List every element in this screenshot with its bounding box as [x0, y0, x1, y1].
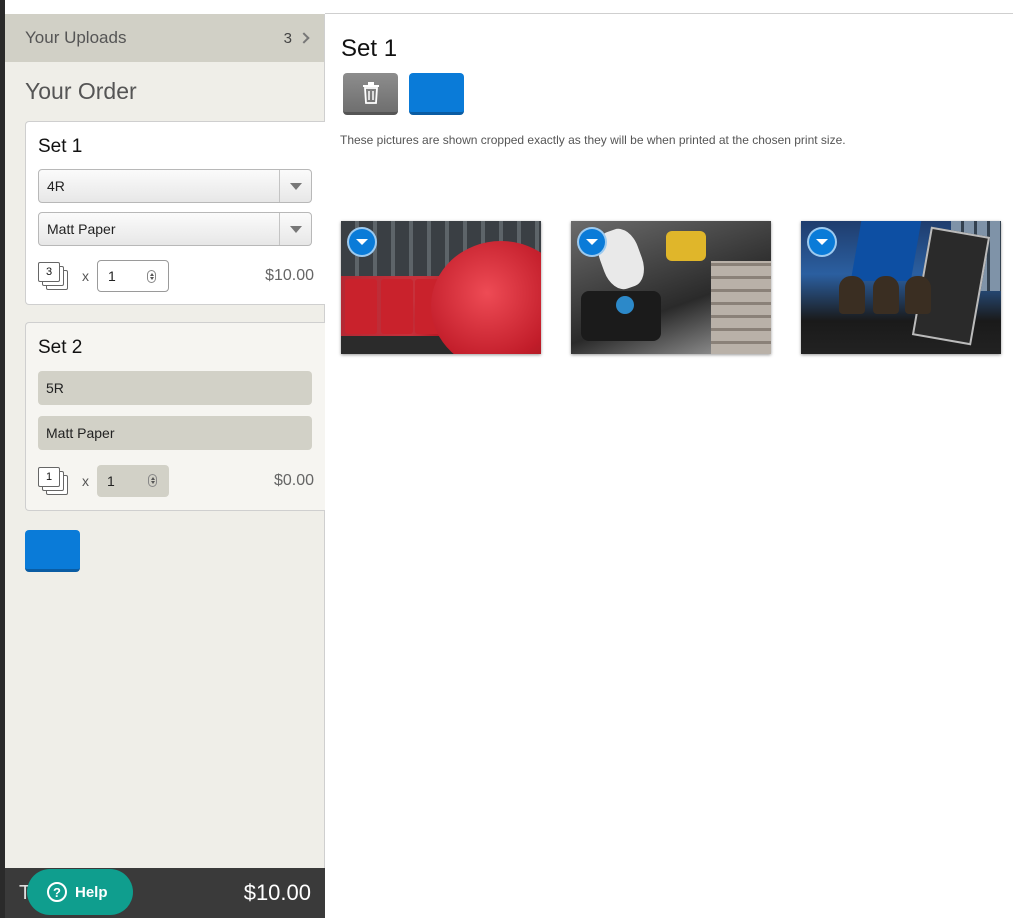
print-size-select[interactable]: 5R: [38, 371, 312, 405]
action-button[interactable]: [409, 73, 464, 115]
chevron-down-icon[interactable]: [807, 227, 837, 257]
spinner-icon[interactable]: [148, 474, 157, 487]
chevron-down-icon[interactable]: [577, 227, 607, 257]
photo-thumbnail-2[interactable]: [571, 221, 771, 354]
print-size-value: 5R: [46, 380, 64, 396]
help-icon: ?: [47, 882, 67, 902]
quantity-value: 1: [107, 473, 115, 489]
total-amount: $10.00: [243, 880, 311, 905]
spinner-icon[interactable]: [147, 270, 156, 283]
times-sign: x: [82, 268, 89, 284]
chevron-down-icon[interactable]: [347, 227, 377, 257]
set-price: $10.00: [265, 267, 314, 284]
uploads-label: Your Uploads: [25, 28, 127, 47]
uploads-count: 3: [283, 29, 292, 47]
set-card-1[interactable]: Set 1 4R Matt Paper 3 x 1 $10.00: [25, 121, 325, 305]
photo-thumbnail-1[interactable]: [341, 221, 541, 354]
order-sidebar: Your Uploads 3 Your Order Set 1 4R Matt …: [5, 14, 325, 918]
photo-count: 3: [38, 262, 60, 282]
quantity-row: 1 x 1 $0.00: [38, 464, 314, 498]
photo-count: 1: [38, 467, 60, 487]
dropdown-arrow-icon: [279, 170, 311, 202]
dropdown-arrow-icon: [279, 213, 311, 245]
set-card-2[interactable]: Set 2 5R Matt Paper 1 x 1 $0.00: [25, 322, 325, 511]
set-price: $0.00: [273, 472, 314, 489]
print-size-select[interactable]: 4R: [38, 169, 312, 203]
chevron-right-icon: [298, 32, 310, 44]
help-label: Help: [75, 883, 108, 901]
print-size-value: 4R: [47, 178, 65, 194]
delete-button[interactable]: [343, 73, 398, 115]
paper-type-value: Matt Paper: [46, 425, 115, 441]
set-title: Set 2: [38, 337, 83, 358]
add-set-button[interactable]: [25, 530, 80, 572]
quantity-value: 1: [108, 268, 116, 284]
quantity-stepper[interactable]: 1: [97, 465, 169, 497]
page: Your Uploads 3 Your Order Set 1 4R Matt …: [0, 0, 1013, 918]
times-sign: x: [82, 473, 89, 489]
your-uploads-bar[interactable]: Your Uploads 3: [5, 14, 324, 62]
page-title: Set 1: [341, 35, 398, 62]
trash-icon: [362, 81, 379, 104]
set-title: Set 1: [38, 136, 83, 157]
photo-stack-icon: 3: [38, 260, 74, 292]
quantity-row: 3 x 1 $10.00: [38, 259, 314, 293]
help-button[interactable]: ? Help: [27, 869, 133, 915]
photo-thumbnail-3[interactable]: [801, 221, 1001, 354]
paper-type-select[interactable]: Matt Paper: [38, 416, 312, 450]
header-divider: [325, 13, 1013, 14]
order-title: Your Order: [25, 78, 137, 104]
paper-type-value: Matt Paper: [47, 221, 116, 237]
quantity-stepper[interactable]: 1: [97, 260, 169, 292]
photo-stack-icon: 1: [38, 465, 74, 497]
paper-type-select[interactable]: Matt Paper: [38, 212, 312, 246]
crop-notice: These pictures are shown cropped exactly…: [340, 133, 846, 147]
